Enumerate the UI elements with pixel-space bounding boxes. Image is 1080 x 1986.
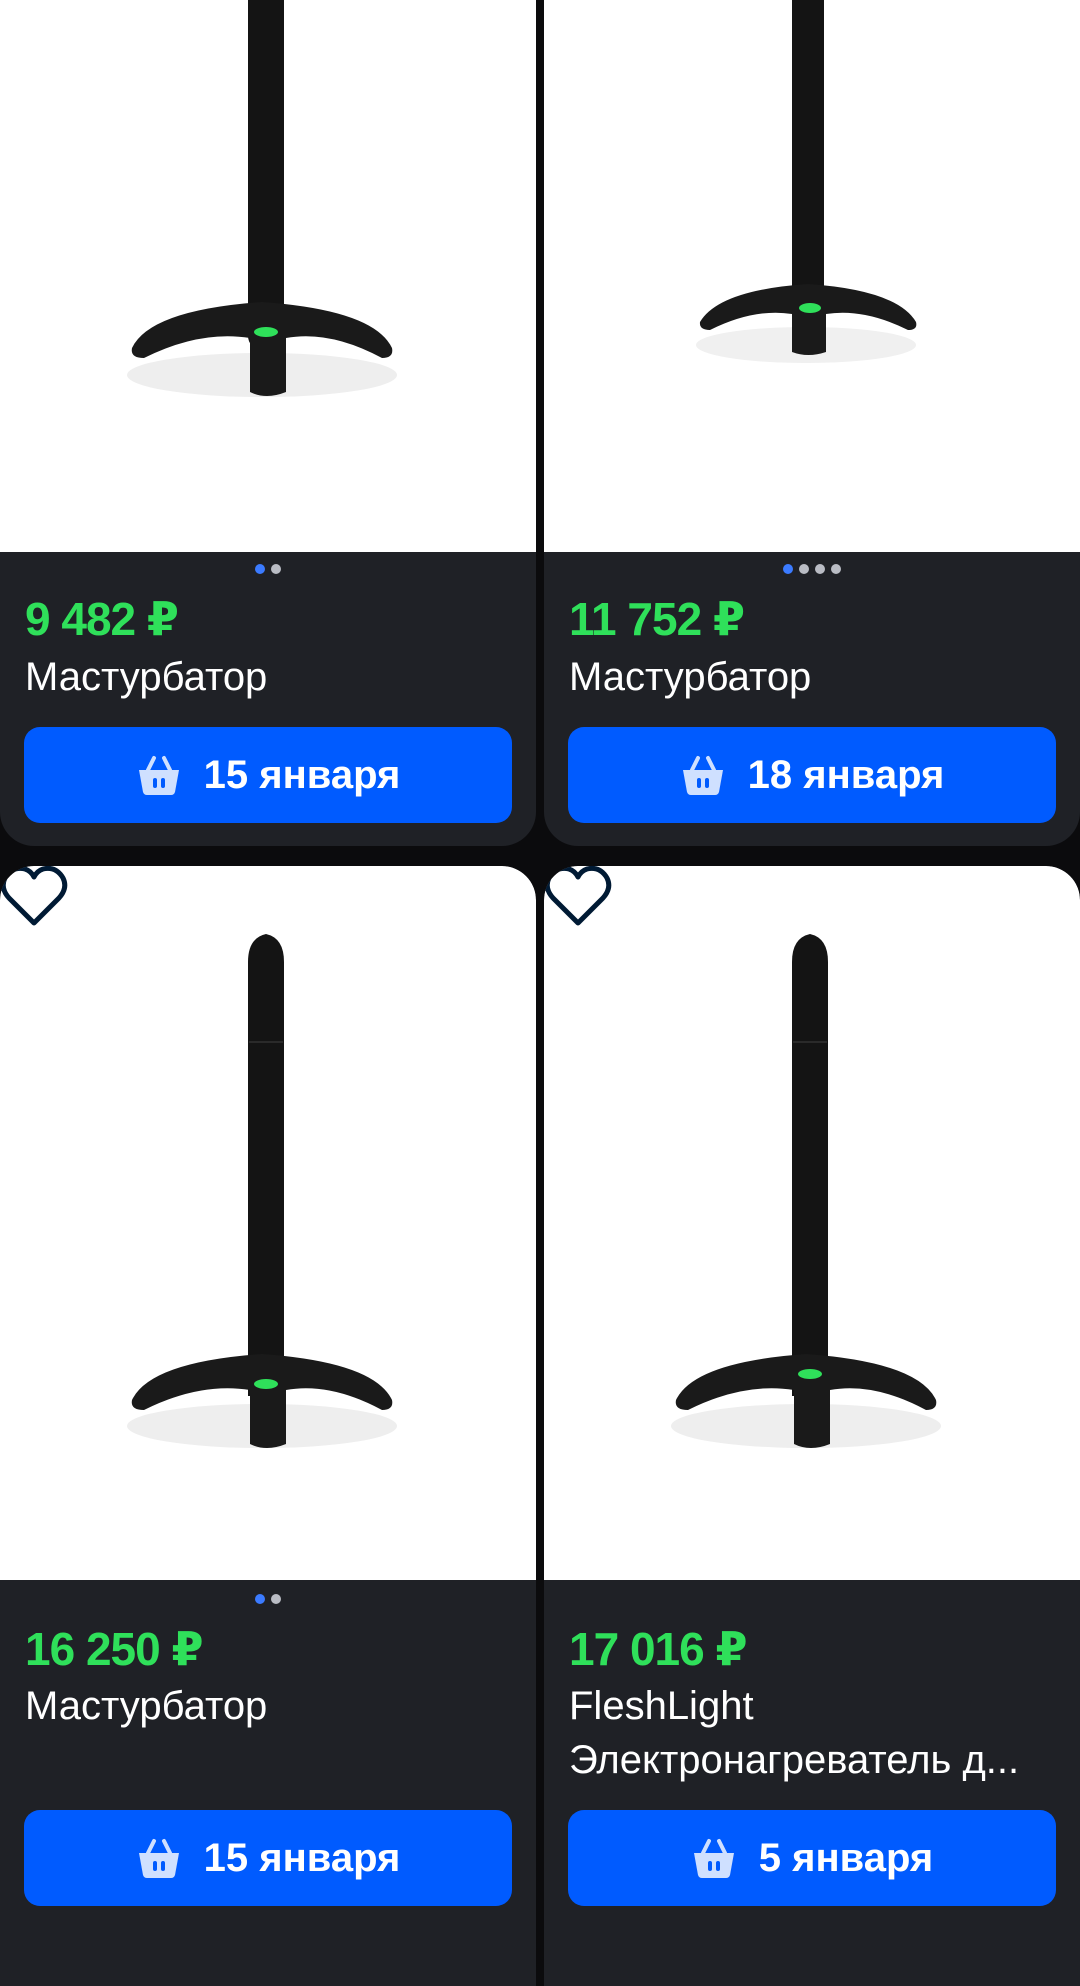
product-price: 11 752 ₽: [569, 593, 745, 645]
delivery-date-label: 5 января: [758, 1835, 934, 1880]
add-to-cart-button[interactable]: 15 января: [24, 727, 512, 823]
add-to-cart-button[interactable]: 5 января: [568, 1810, 1056, 1906]
product-title[interactable]: FleshLight: [569, 1679, 1060, 1733]
add-to-cart-button[interactable]: 15 января: [24, 1810, 512, 1906]
pager-dot: [815, 564, 825, 574]
product-card[interactable]: 9 482 ₽ Мастурбатор 15 января: [0, 0, 536, 846]
pager-dot: [783, 564, 793, 574]
product-price: 17 016 ₽: [569, 1623, 747, 1675]
heart-icon[interactable]: [0, 866, 68, 928]
product-card[interactable]: 17 016 ₽ FleshLight Электронагреватель д…: [544, 866, 1080, 1986]
product-image[interactable]: [544, 866, 1080, 1580]
basket-icon: [693, 1839, 734, 1878]
product-photo: [127, 0, 397, 397]
delivery-date-label: 15 января: [203, 752, 401, 797]
pager-dot: [271, 564, 281, 574]
product-image[interactable]: [0, 0, 536, 552]
product-photo: [127, 934, 397, 1448]
product-photo: [696, 0, 917, 363]
pager-dot: [799, 564, 809, 574]
image-pager-dots: [783, 564, 841, 574]
product-price: 9 482 ₽: [25, 593, 179, 645]
pager-dot: [255, 1594, 265, 1604]
image-pager-dots: [255, 564, 281, 574]
product-title[interactable]: Мастурбатор: [25, 1679, 516, 1733]
product-photo: [671, 934, 941, 1448]
pager-dot: [271, 1594, 281, 1604]
pager-dot: [831, 564, 841, 574]
image-pager-dots: [255, 1594, 281, 1604]
product-card[interactable]: 16 250 ₽ Мастурбатор 15 января: [0, 866, 536, 1986]
product-title[interactable]: Мастурбатор: [569, 650, 1060, 704]
product-image[interactable]: [544, 0, 1080, 552]
heart-icon[interactable]: [544, 866, 612, 928]
product-price: 16 250 ₽: [25, 1623, 203, 1675]
basket-icon: [138, 756, 179, 795]
delivery-date-label: 15 января: [203, 1835, 401, 1880]
product-card[interactable]: 11 752 ₽ Мастурбатор 18 января: [544, 0, 1080, 846]
product-title-line2[interactable]: Электронагреватель д...: [569, 1733, 1060, 1787]
product-image[interactable]: [0, 866, 536, 1580]
pager-dot: [255, 564, 265, 574]
basket-icon: [138, 1839, 179, 1878]
product-title[interactable]: Мастурбатор: [25, 650, 516, 704]
basket-icon: [682, 756, 723, 795]
add-to-cart-button[interactable]: 18 января: [568, 727, 1056, 823]
delivery-date-label: 18 января: [747, 752, 945, 797]
